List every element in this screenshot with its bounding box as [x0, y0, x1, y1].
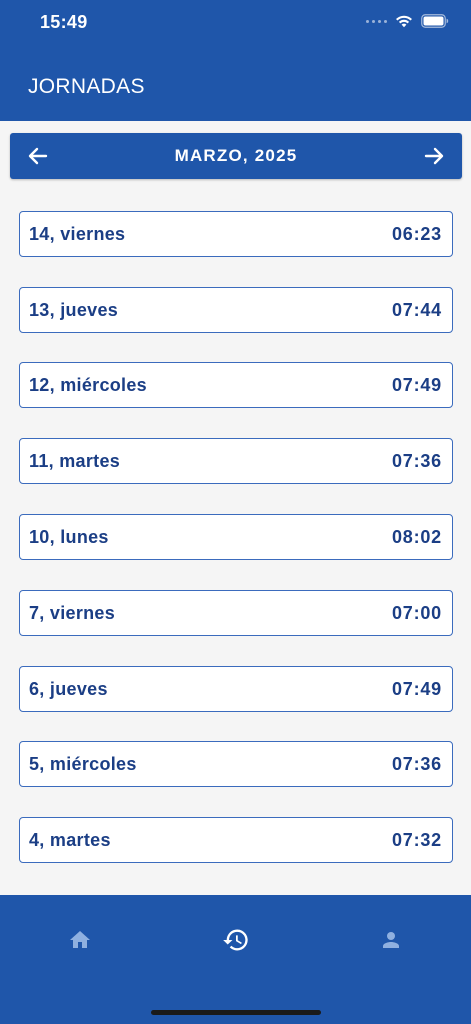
day-row[interactable]: 12, miércoles 07:49: [19, 362, 453, 408]
month-navigator: MARZO, 2025: [10, 133, 462, 179]
day-label: 12, miércoles: [29, 374, 147, 395]
day-row[interactable]: 5, miércoles 07:36: [19, 741, 453, 787]
day-hours: 07:36: [391, 450, 442, 471]
day-label: 6, jueves: [29, 678, 108, 699]
home-icon: [70, 931, 90, 948]
day-hours: 07:44: [391, 299, 442, 320]
arrow-left-icon[interactable]: [26, 144, 50, 168]
day-hours: 07:49: [391, 374, 442, 395]
tab-history[interactable]: [216, 925, 256, 955]
tab-profile[interactable]: [371, 925, 411, 955]
status-icons: [366, 14, 449, 28]
cellular-signal-icon: [366, 19, 387, 23]
day-label: 4, martes: [29, 829, 111, 850]
day-label: 10, lunes: [29, 526, 109, 547]
day-hours: 06:23: [391, 223, 442, 244]
day-hours: 07:32: [391, 829, 442, 850]
day-label: 5, miércoles: [29, 753, 137, 774]
day-label: 7, viernes: [29, 602, 116, 623]
arrow-right-icon[interactable]: [422, 144, 446, 168]
app-header: 15:49 JORNADAS: [0, 0, 471, 121]
bottom-tab-bar: [0, 895, 471, 1024]
day-hours: 08:02: [391, 526, 442, 547]
home-indicator: [151, 1010, 321, 1015]
person-icon: [383, 932, 399, 948]
day-label: 13, jueves: [29, 299, 119, 320]
tab-home[interactable]: [60, 925, 100, 955]
day-row[interactable]: 13, jueves 07:44: [19, 287, 453, 333]
day-row[interactable]: 14, viernes 06:23: [19, 211, 453, 257]
day-label: 11, martes: [29, 450, 121, 471]
day-row[interactable]: 6, jueves 07:49: [19, 666, 453, 712]
day-row[interactable]: 11, martes 07:36: [19, 438, 453, 484]
page-title: JORNADAS: [28, 75, 145, 98]
day-row[interactable]: 10, lunes 08:02: [19, 514, 453, 560]
day-label: 14, viernes: [29, 223, 126, 244]
day-hours: 07:36: [391, 753, 442, 774]
day-hours: 07:49: [391, 678, 442, 699]
day-hours: 07:00: [391, 602, 442, 623]
day-row[interactable]: 7, viernes 07:00: [19, 590, 453, 636]
battery-icon: [421, 14, 449, 28]
status-bar: 15:49: [0, 0, 471, 46]
status-time: 15:49: [40, 12, 88, 32]
day-row[interactable]: 4, martes 07:32: [19, 817, 453, 863]
wifi-icon: [396, 15, 412, 28]
month-label: MARZO, 2025: [174, 146, 298, 165]
history-icon: [223, 929, 248, 951]
